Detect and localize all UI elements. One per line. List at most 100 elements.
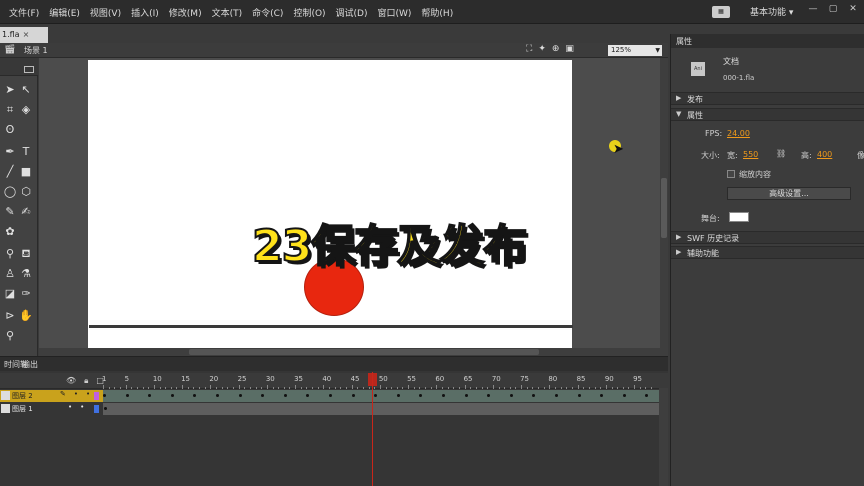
- document-tab[interactable]: 1.fla ×: [0, 27, 48, 43]
- close-icon[interactable]: ✕: [846, 4, 860, 14]
- ground-line[interactable]: [89, 325, 573, 328]
- frame-ruler[interactable]: 1 5 10 15 20 25 30 35 40 45 50 55 60 65 70 75 80 85 90 95: [102, 373, 659, 389]
- keyframe[interactable]: [442, 394, 445, 397]
- keyframe[interactable]: [645, 394, 649, 397]
- scrollbar-thumb[interactable]: [661, 178, 667, 238]
- playhead[interactable]: [372, 372, 373, 486]
- menu-debug[interactable]: 调试(D): [331, 6, 373, 19]
- keyframe[interactable]: [600, 394, 604, 397]
- keyframe[interactable]: [238, 394, 242, 397]
- menu-file[interactable]: 文件(F): [4, 6, 44, 19]
- section-publish[interactable]: ▶ 发布: [671, 92, 864, 105]
- layer-row-1[interactable]: 图层 1 • •: [0, 403, 103, 415]
- edit-symbol-icon[interactable]: ✦: [538, 44, 546, 54]
- close-tab-icon[interactable]: ×: [23, 30, 30, 39]
- menu-commands[interactable]: 命令(C): [247, 6, 288, 19]
- keyframe[interactable]: [283, 394, 287, 397]
- keyframe[interactable]: [193, 394, 197, 397]
- bone-tool-icon[interactable]: ⚲: [2, 246, 18, 262]
- menu-insert[interactable]: 插入(I): [126, 6, 164, 19]
- zoom-tool-icon[interactable]: ⚲: [2, 328, 18, 344]
- keyframe[interactable]: [351, 394, 355, 397]
- paint-bucket-icon[interactable]: ⛾: [18, 246, 34, 262]
- maximize-icon[interactable]: ▢: [826, 4, 840, 14]
- keyframe[interactable]: [555, 394, 558, 397]
- section-properties[interactable]: ▼ 属性: [671, 108, 864, 121]
- deco-tool-icon[interactable]: ✿: [2, 224, 18, 240]
- center-stage-icon[interactable]: ⊕: [552, 44, 560, 54]
- width-value[interactable]: 550: [743, 150, 758, 159]
- layer-row-2[interactable]: 图层 2 ✎ • •: [0, 390, 103, 402]
- scrollbar-thumb[interactable]: [189, 349, 539, 355]
- pen-tool-icon[interactable]: ✒: [2, 144, 18, 160]
- keyframe[interactable]: [104, 407, 107, 410]
- menu-control[interactable]: 控制(O): [288, 6, 330, 19]
- keyframe[interactable]: [148, 394, 152, 397]
- 3d-rotation-icon[interactable]: ◈: [18, 102, 34, 118]
- keyframe[interactable]: [374, 394, 378, 397]
- keyframe[interactable]: [577, 394, 581, 397]
- text-tool-icon[interactable]: T: [18, 144, 34, 160]
- section-accessibility[interactable]: ▶ 辅助功能: [671, 246, 864, 259]
- section-swf-history[interactable]: ▶ SWF 历史记录: [671, 231, 864, 244]
- keyframe[interactable]: [419, 394, 423, 397]
- keyframe[interactable]: [216, 394, 219, 397]
- properties-tab[interactable]: 属性: [671, 34, 864, 48]
- pencil-tool-icon[interactable]: ✎: [2, 204, 18, 220]
- eyedropper-icon[interactable]: ⚗: [18, 266, 34, 282]
- lasso-tool-icon[interactable]: ʘ: [2, 122, 18, 138]
- keyframe[interactable]: [396, 394, 400, 397]
- lock-icon[interactable]: 🔒︎: [84, 376, 88, 386]
- minimize-icon[interactable]: —: [806, 4, 820, 14]
- menu-view[interactable]: 视图(V): [85, 6, 126, 19]
- keyframe[interactable]: [487, 394, 491, 397]
- stage-horizontal-scrollbar[interactable]: [39, 348, 668, 356]
- workspace-switcher[interactable]: 基本功能 ▾: [750, 5, 793, 18]
- zoom-select[interactable]: 125% ▼: [608, 45, 662, 56]
- menu-window[interactable]: 窗口(W): [373, 6, 417, 19]
- collapse-icon[interactable]: [24, 66, 34, 73]
- layer-color-swatch[interactable]: [94, 405, 99, 413]
- fps-value[interactable]: 24.00: [727, 129, 750, 138]
- ink-bottle-icon[interactable]: ♙: [2, 266, 18, 282]
- hand-tool-icon[interactable]: ✋: [18, 308, 34, 324]
- height-value[interactable]: 400: [817, 150, 832, 159]
- keyframe[interactable]: [622, 394, 626, 397]
- subselection-tool-icon[interactable]: ↖: [18, 82, 34, 98]
- keyframe[interactable]: [509, 394, 513, 397]
- grid-badge-icon[interactable]: ▦: [712, 6, 730, 18]
- camera-tool-icon[interactable]: ⊳: [2, 308, 18, 324]
- clip-stage-icon[interactable]: ▣: [565, 44, 574, 54]
- line-tool-icon[interactable]: ╱: [2, 164, 18, 180]
- layer-1-frames[interactable]: [103, 403, 659, 415]
- keyframe[interactable]: [103, 394, 106, 397]
- stage-area[interactable]: ➤: [39, 58, 660, 348]
- oval-tool-icon[interactable]: ◯: [2, 184, 18, 200]
- keyframe[interactable]: [532, 394, 536, 397]
- keyframe[interactable]: [170, 394, 174, 397]
- keyframe[interactable]: [125, 394, 129, 397]
- keyframe[interactable]: [329, 394, 332, 397]
- width-tool-icon[interactable]: ✑: [18, 286, 34, 302]
- tab-output[interactable]: 输出: [22, 359, 38, 370]
- advanced-settings-button[interactable]: 高级设置...: [727, 187, 851, 200]
- timeline-scrollbar[interactable]: [659, 388, 668, 486]
- rectangle-tool-icon[interactable]: ■: [18, 164, 34, 180]
- menu-edit[interactable]: 编辑(E): [44, 6, 85, 19]
- edit-scene-icon[interactable]: ⛶: [526, 44, 532, 54]
- keyframe[interactable]: [464, 394, 468, 397]
- brush-tool-icon[interactable]: ✍: [18, 204, 34, 220]
- selection-tool-icon[interactable]: ➤: [2, 82, 18, 98]
- layer-color-swatch[interactable]: [94, 392, 99, 400]
- scale-content-checkbox[interactable]: [727, 170, 735, 178]
- polystar-tool-icon[interactable]: ⬡: [18, 184, 34, 200]
- menu-modify[interactable]: 修改(M): [164, 6, 207, 19]
- menu-help[interactable]: 帮助(H): [416, 6, 458, 19]
- keyframe[interactable]: [306, 394, 310, 397]
- keyframe[interactable]: [261, 394, 265, 397]
- free-transform-icon[interactable]: ⌗: [2, 102, 18, 118]
- stage-color-swatch[interactable]: [729, 212, 749, 222]
- link-icon[interactable]: ⛓: [776, 149, 786, 158]
- eraser-tool-icon[interactable]: ◪: [2, 286, 18, 302]
- menu-text[interactable]: 文本(T): [207, 6, 248, 19]
